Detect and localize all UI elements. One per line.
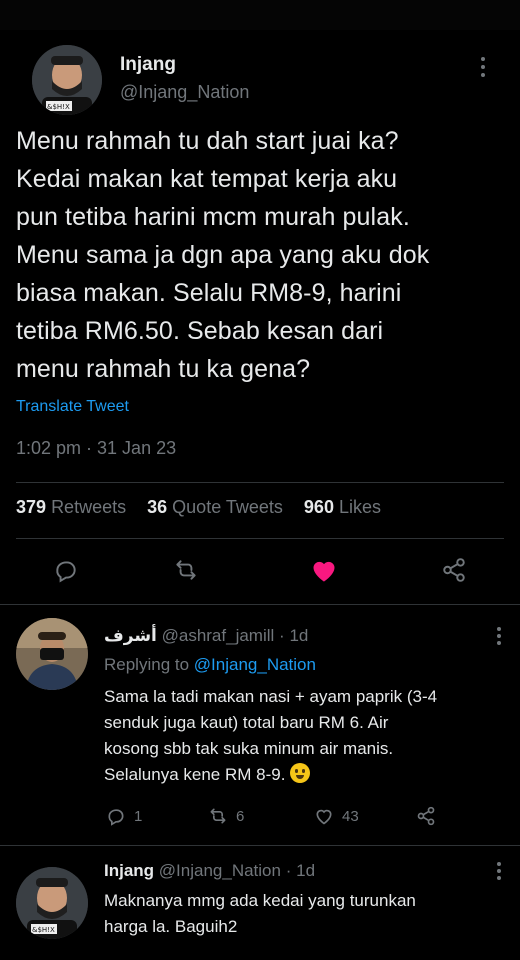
avatar[interactable] bbox=[16, 618, 88, 690]
status-bar bbox=[0, 0, 520, 30]
avatar-image: &$H!X bbox=[16, 867, 88, 939]
reply-header: Injang @Injang_Nation · 1d bbox=[104, 861, 315, 881]
reply-header: أشرف @ashraf_jamill · 1d bbox=[104, 626, 308, 646]
reply-button[interactable]: 1 bbox=[106, 806, 142, 826]
reply-actions: 1 6 43 bbox=[104, 806, 484, 830]
share-button[interactable] bbox=[416, 806, 444, 826]
tweet-actions bbox=[0, 548, 520, 592]
reply-icon[interactable] bbox=[52, 556, 80, 584]
reply-text: Sama la tadi makan nasi + ayam paprik (3… bbox=[104, 687, 438, 784]
display-name[interactable]: Injang bbox=[120, 54, 249, 76]
likes-stat[interactable]: 960 Likes bbox=[304, 497, 381, 517]
grimacing-face-icon bbox=[290, 763, 311, 783]
reply-icon bbox=[108, 809, 124, 826]
more-options-icon[interactable] bbox=[496, 861, 502, 887]
handle[interactable]: @ashraf_jamill bbox=[162, 626, 275, 645]
display-name[interactable]: Injang bbox=[104, 861, 154, 880]
avatar-image: &$H!X bbox=[32, 45, 102, 115]
like-button[interactable]: 43 bbox=[314, 806, 359, 826]
avatar[interactable]: &$H!X bbox=[32, 45, 102, 115]
reply-time[interactable]: 1d bbox=[296, 861, 315, 880]
separator-dot: · bbox=[285, 861, 292, 880]
reply-time[interactable]: 1d bbox=[289, 626, 308, 645]
svg-text:&$H!X: &$H!X bbox=[47, 103, 70, 111]
replying-to: Replying to @Injang_Nation bbox=[104, 655, 316, 674]
translate-tweet-link[interactable]: Translate Tweet bbox=[16, 398, 129, 416]
divider bbox=[0, 604, 520, 605]
retweet-button[interactable]: 6 bbox=[208, 806, 244, 826]
retweet-count: 6 bbox=[236, 807, 245, 825]
like-count: 43 bbox=[342, 807, 359, 825]
retweets-stat[interactable]: 379 Retweets bbox=[16, 497, 126, 517]
more-options-icon[interactable] bbox=[480, 56, 486, 84]
handle[interactable]: @Injang_Nation bbox=[120, 82, 249, 103]
tweet-text: Menu rahmah tu dah start juai ka? Kedai … bbox=[16, 127, 430, 383]
handle[interactable]: @Injang_Nation bbox=[159, 861, 281, 880]
reply-text: Maknanya mmg ada kedai yang turunkan har… bbox=[104, 891, 416, 936]
avatar[interactable]: &$H!X bbox=[16, 867, 88, 939]
like-icon bbox=[316, 809, 332, 825]
reply-count: 1 bbox=[134, 807, 143, 825]
svg-text:&$H!X: &$H!X bbox=[32, 926, 55, 934]
main-tweet: &$H!X Injang @Injang_Nation bbox=[0, 30, 520, 118]
quote-tweets-stat[interactable]: 36 Quote Tweets bbox=[147, 497, 283, 517]
divider bbox=[0, 845, 520, 846]
more-options-icon[interactable] bbox=[496, 626, 502, 652]
tweet-timestamp[interactable]: 1:02 pm · 31 Jan 23 bbox=[16, 438, 176, 459]
display-name[interactable]: أشرف bbox=[104, 626, 157, 645]
share-icon bbox=[417, 806, 435, 826]
divider bbox=[16, 482, 504, 483]
tweet-header: &$H!X Injang @Injang_Nation bbox=[16, 30, 504, 118]
author-block[interactable]: Injang @Injang_Nation bbox=[120, 54, 249, 103]
mention-link[interactable]: @Injang_Nation bbox=[194, 655, 316, 674]
avatar-image bbox=[16, 618, 88, 690]
divider bbox=[16, 538, 504, 539]
retweet-icon bbox=[210, 808, 226, 824]
share-icon[interactable] bbox=[440, 556, 468, 584]
retweet-icon[interactable] bbox=[172, 556, 200, 584]
separator-dot: · bbox=[279, 626, 285, 645]
like-icon[interactable] bbox=[310, 556, 338, 584]
tweet-stats: 379 Retweets 36 Quote Tweets 960 Likes bbox=[16, 497, 381, 518]
